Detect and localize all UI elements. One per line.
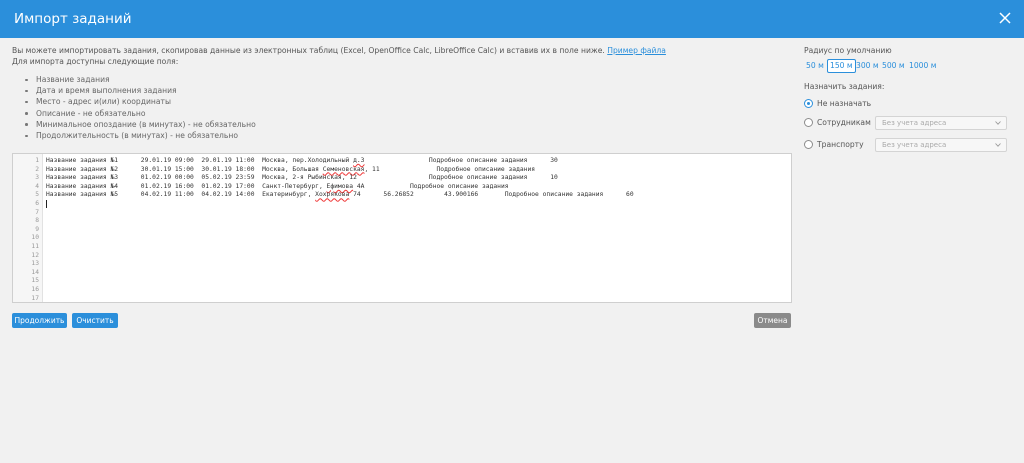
radio-label: Транспорту [817, 140, 864, 149]
chevron-down-icon [995, 143, 1001, 147]
list-item: Минимальное опоздание (в минутах) - не о… [12, 119, 256, 130]
select-value: Без учета адреса [882, 119, 947, 127]
assign-label: Назначить задания: [804, 82, 885, 91]
list-item: Место - адрес и(или) координаты [12, 96, 256, 107]
editor-content[interactable]: Название задания №1 29.01.19 09:00 29.01… [46, 157, 791, 209]
line-number: 15 [31, 277, 39, 285]
employees-address-select[interactable]: Без учета адреса [875, 116, 1007, 130]
line-number: 3 [35, 174, 39, 182]
radius-option-50[interactable]: 50 м [806, 59, 824, 72]
select-value: Без учета адреса [882, 141, 947, 149]
line-number-gutter: 1 2 3 4 5 6 7 8 9 10 11 12 13 14 15 16 1… [13, 154, 43, 302]
line-number: 2 [35, 165, 39, 173]
radio-label: Сотрудникам [817, 118, 871, 127]
misspelled-word: Хохрякова [315, 191, 350, 199]
radius-option-500[interactable]: 500 м [882, 59, 905, 72]
code-line: Название задания №1 29.01.19 09:00 29.01… [46, 157, 558, 164]
radius-option-150[interactable]: 150 м [827, 59, 856, 73]
fields-list: Название задания Дата и время выполнения… [12, 74, 256, 141]
radius-option-1000[interactable]: 1000 м [909, 59, 936, 72]
intro-line-1: Вы можете импортировать задания, скопиро… [12, 46, 605, 55]
line-number: 5 [35, 191, 39, 199]
intro-line-2: Для импорта доступны следующие поля: [12, 57, 179, 66]
line-number: 16 [31, 285, 39, 293]
dialog-header: Импорт заданий [0, 0, 1024, 38]
radio-label: Не назначать [817, 99, 872, 108]
example-file-link[interactable]: Пример файла [607, 46, 666, 55]
intro-text: Вы можете импортировать задания, скопиро… [12, 45, 666, 67]
line-number: 7 [35, 208, 39, 216]
line-number: 4 [35, 182, 39, 190]
line-number: 13 [31, 260, 39, 268]
chevron-down-icon [995, 121, 1001, 125]
line-number: 12 [31, 251, 39, 259]
dialog-title: Импорт заданий [14, 11, 132, 27]
radio-button[interactable] [804, 140, 813, 149]
line-number: 14 [31, 268, 39, 276]
line-number: 6 [35, 199, 39, 207]
close-icon[interactable] [998, 11, 1012, 25]
clear-button[interactable]: Очистить [72, 313, 118, 328]
line-number: 8 [35, 217, 39, 225]
misspelled-word: д.3 [353, 157, 365, 164]
list-item: Продолжительность (в минутах) - не обяза… [12, 130, 256, 141]
list-item: Дата и время выполнения задания [12, 85, 256, 96]
text-caret [46, 199, 47, 208]
radio-button-checked[interactable] [804, 99, 813, 108]
list-item: Название задания [12, 74, 256, 85]
list-item: Описание - не обязательно [12, 108, 256, 119]
line-number: 17 [31, 294, 39, 302]
misspelled-word: Семеновская [322, 165, 365, 173]
misspelled-word: Ефимова [326, 182, 354, 190]
code-line: Название задания №2 30.01.19 15:00 30.01… [46, 165, 536, 173]
code-line-cursor [46, 199, 791, 209]
radius-option-300[interactable]: 300 м [856, 59, 879, 72]
transport-address-select[interactable]: Без учета адреса [875, 138, 1007, 152]
continue-button[interactable]: Продолжить [12, 313, 67, 328]
cancel-button[interactable]: Отмена [754, 313, 791, 328]
line-number: 1 [35, 157, 39, 164]
line-number: 9 [35, 225, 39, 233]
line-number: 11 [31, 242, 39, 250]
code-line: Название задания №5 04.02.19 11:00 04.02… [46, 191, 634, 199]
import-text-editor[interactable]: 1 2 3 4 5 6 7 8 9 10 11 12 13 14 15 16 1… [12, 153, 792, 303]
line-number: 10 [31, 234, 39, 242]
radius-label: Радиус по умолчанию [804, 46, 892, 55]
code-line: Название задания №3 01.02.19 00:00 05.02… [46, 174, 558, 182]
radio-button[interactable] [804, 118, 813, 127]
